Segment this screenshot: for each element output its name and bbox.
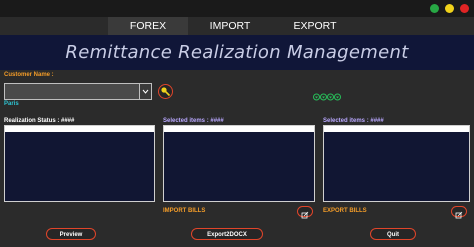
edit-icon [301, 211, 309, 219]
export-selected-label: Selected items : #### [323, 118, 384, 124]
import-bills-list[interactable] [163, 125, 315, 202]
quit-button[interactable]: Quit [370, 228, 416, 240]
list-header [164, 126, 314, 132]
customer-search-button[interactable] [158, 84, 173, 99]
window-minimize-button[interactable] [445, 4, 454, 13]
export-bills-label: EXPORT BILLS [323, 208, 367, 214]
list-header [5, 126, 154, 132]
tab-export[interactable]: EXPORT [275, 17, 355, 35]
key-icon [161, 87, 171, 97]
window-green-button[interactable] [430, 4, 439, 13]
tab-import[interactable]: IMPORT [190, 17, 270, 35]
import-bills-label: IMPORT BILLS [163, 208, 206, 214]
window-title-bar [0, 0, 474, 17]
status-icons [313, 88, 343, 101]
export-bills-button[interactable] [451, 206, 467, 219]
customer-name-select[interactable] [4, 83, 152, 100]
dropdown-toggle[interactable] [139, 84, 151, 99]
preview-button[interactable]: Preview [46, 228, 96, 240]
edit-icon [455, 211, 463, 219]
realization-status-list[interactable] [4, 125, 155, 202]
tab-forex[interactable]: FOREX [108, 17, 188, 35]
export2docx-button[interactable]: Export2DOCX [191, 228, 263, 240]
window-close-button[interactable] [460, 4, 469, 13]
list-header [324, 126, 469, 132]
export-bills-list[interactable] [323, 125, 470, 202]
page-title: Remittance Realization Management [65, 42, 409, 63]
chevron-down-icon [142, 89, 149, 94]
realization-status-label: Realization Status : #### [4, 118, 75, 124]
import-bills-button[interactable] [297, 206, 313, 219]
customer-sublabel: Paris [4, 101, 19, 107]
import-selected-label: Selected items : #### [163, 118, 224, 124]
customer-name-label: Customer Name : [4, 72, 54, 78]
